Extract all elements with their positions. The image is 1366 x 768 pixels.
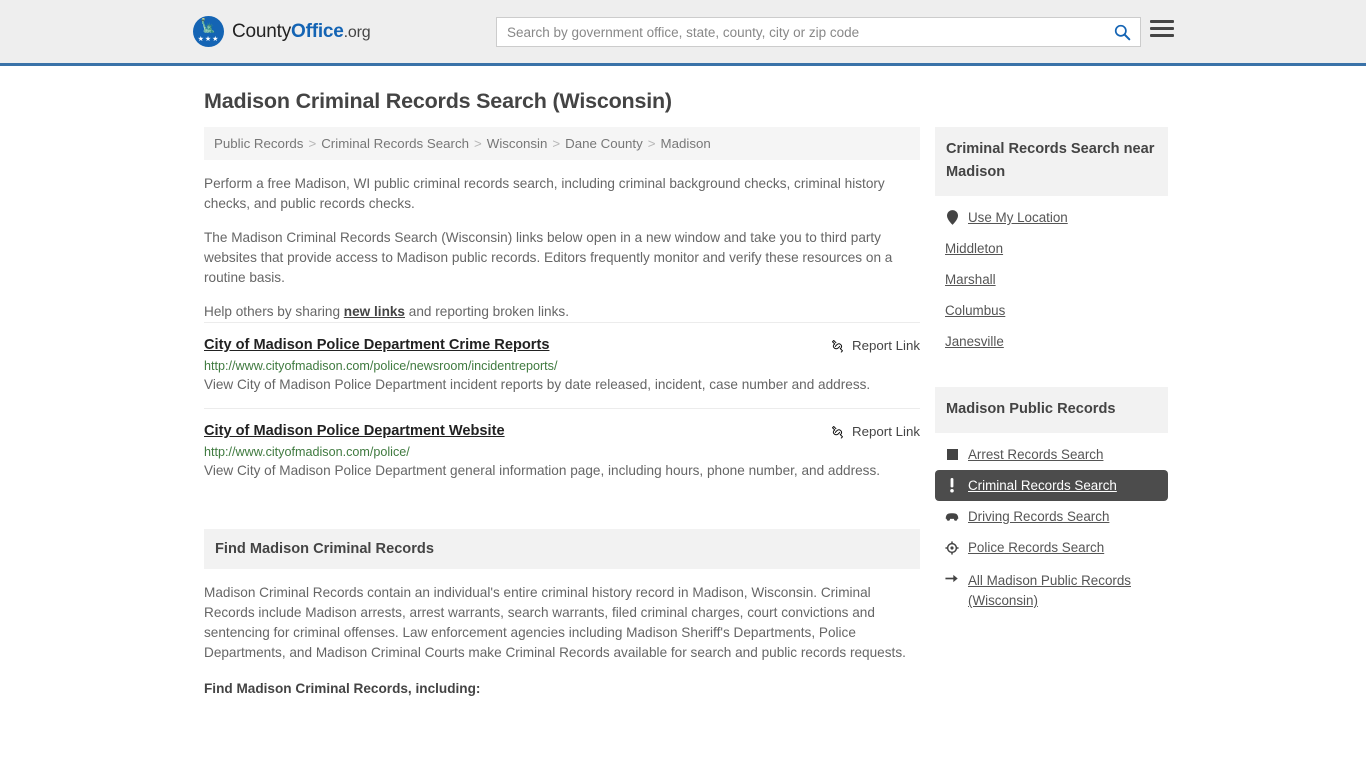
breadcrumb: Public Records > Criminal Records Search > W… [204,127,920,160]
report-link-label: Report Link [852,424,920,439]
sidebar-item-columbus[interactable]: Columbus [935,295,1168,326]
broken-link-icon [832,340,843,353]
logo-text: CountyOffice.org [232,20,371,43]
result-item: City of Madison Police Department Crime … [204,322,920,408]
sidebar-item-use-my-location[interactable]: Use My Location [935,202,1168,233]
sidebar-records-links: Arrest Records Search Criminal Records S… [935,433,1168,619]
breadcrumb-separator: > [552,136,561,151]
find-records-body: Madison Criminal Records contain an indi… [204,583,920,699]
stars-icon: ★★★ [197,36,220,43]
breadcrumb-item-madison[interactable]: Madison [661,136,711,151]
intro-paragraph-3: Help others by sharing new links and rep… [204,302,920,322]
sidebar-heading-public-records: Madison Public Records [935,387,1168,433]
search-bar[interactable] [496,17,1141,47]
intro-text: Perform a free Madison, WI public crimin… [204,174,920,322]
breadcrumb-separator: > [474,136,482,151]
sidebar-item-arrest-records-search[interactable]: Arrest Records Search [935,439,1168,470]
new-links-link[interactable]: new links [344,304,405,319]
hamburger-bar [1150,27,1174,30]
hamburger-menu-icon[interactable] [1150,20,1174,37]
sidebar-panel-near-madison: Criminal Records Search near Madison Use… [935,127,1168,357]
search-button[interactable] [1104,18,1140,46]
countyoffice-logo-icon: 🗽 ★★★ [193,16,224,47]
intro-text-after-link: and reporting broken links. [405,304,569,319]
sidebar-near-links: Use My Location Middleton Marshall Colum… [935,196,1168,357]
result-title-link[interactable]: City of Madison Police Department Crime … [204,337,549,353]
hamburger-bar [1150,34,1174,37]
sidebar-link-middleton[interactable]: Middleton [945,241,1003,256]
intro-text-before-link: Help others by sharing [204,304,344,319]
sidebar-link-police-records-search[interactable]: Police Records Search [968,540,1104,555]
breadcrumb-item-wisconsin[interactable]: Wisconsin [487,136,548,151]
breadcrumb-item-public-records[interactable]: Public Records [214,136,303,151]
intro-paragraph-1: Perform a free Madison, WI public crimin… [204,176,885,211]
site-logo[interactable]: 🗽 ★★★ CountyOffice.org [193,16,371,47]
sidebar-link-janesville[interactable]: Janesville [945,334,1004,349]
logo-text-org: .org [343,23,371,41]
sidebar-link-driving-records-search[interactable]: Driving Records Search [968,509,1109,524]
find-records-heading: Find Madison Criminal Records [204,529,920,569]
report-link-button[interactable]: Report Link [830,424,920,439]
broken-link-icon [832,426,843,439]
sidebar-link-use-my-location[interactable]: Use My Location [968,210,1068,225]
sidebar-link-marshall[interactable]: Marshall [945,272,996,287]
main-content: Public Records > Criminal Records Search > W… [204,127,920,699]
result-item: City of Madison Police Department Websit… [204,408,920,494]
exclamation-icon [945,478,959,493]
page-container: Madison Criminal Records Search (Wiscons… [0,89,1366,699]
site-header: 🗽 ★★★ CountyOffice.org [0,0,1366,66]
map-pin-icon [945,210,959,225]
hamburger-bar [1150,20,1174,23]
breadcrumb-item-criminal-records-search[interactable]: Criminal Records Search [321,136,469,151]
result-title-link[interactable]: City of Madison Police Department Websit… [204,423,505,439]
find-records-subheading: Find Madison Criminal Records, including… [204,681,481,696]
sidebar-link-all-public-records[interactable]: All Madison Public Records (Wisconsin) [968,571,1158,611]
search-icon [1114,24,1130,40]
intro-paragraph-2: The Madison Criminal Records Search (Wis… [204,230,893,285]
police-badge-icon [945,540,959,555]
sidebar-item-police-records-search[interactable]: Police Records Search [935,532,1168,563]
arrow-right-icon [945,573,959,584]
result-description: View City of Madison Police Department g… [204,463,881,478]
sidebar-item-criminal-records-search[interactable]: Criminal Records Search [935,470,1168,501]
sidebar-heading-near-madison: Criminal Records Search near Madison [935,127,1168,196]
page-title: Madison Criminal Records Search (Wiscons… [204,89,672,113]
breadcrumb-separator: > [308,136,317,151]
car-icon [945,511,959,522]
logo-text-office: Office [291,20,344,42]
sidebar-item-janesville[interactable]: Janesville [935,326,1168,357]
sidebar-link-criminal-records-search[interactable]: Criminal Records Search [968,478,1117,493]
breadcrumb-separator: > [647,136,656,151]
sidebar-item-marshall[interactable]: Marshall [935,264,1168,295]
result-url: http://www.cityofmadison.com/police/news… [204,359,558,373]
content-columns: Public Records > Criminal Records Search > W… [204,127,1173,699]
logo-text-county: County [232,20,292,42]
find-records-paragraph: Madison Criminal Records contain an indi… [204,585,906,660]
eagle-icon: 🗽 [200,18,217,33]
result-header: City of Madison Police Department Websit… [204,423,920,439]
sidebar-link-arrest-records-search[interactable]: Arrest Records Search [968,447,1103,462]
result-description: View City of Madison Police Department i… [204,377,871,392]
sidebar: Criminal Records Search near Madison Use… [935,127,1168,625]
report-link-button[interactable]: Report Link [830,338,920,353]
sidebar-panel-public-records: Madison Public Records Arrest Records Se… [935,387,1168,619]
breadcrumb-item-dane-county[interactable]: Dane County [565,136,643,151]
sidebar-item-all-public-records[interactable]: All Madison Public Records (Wisconsin) [935,563,1168,619]
fingerprint-icon [945,449,959,460]
sidebar-link-columbus[interactable]: Columbus [945,303,1005,318]
result-header: City of Madison Police Department Crime … [204,337,920,353]
sidebar-item-middleton[interactable]: Middleton [935,233,1168,264]
report-link-label: Report Link [852,338,920,353]
sidebar-item-driving-records-search[interactable]: Driving Records Search [935,501,1168,532]
result-url: http://www.cityofmadison.com/police/ [204,445,410,459]
search-input[interactable] [497,18,1104,46]
